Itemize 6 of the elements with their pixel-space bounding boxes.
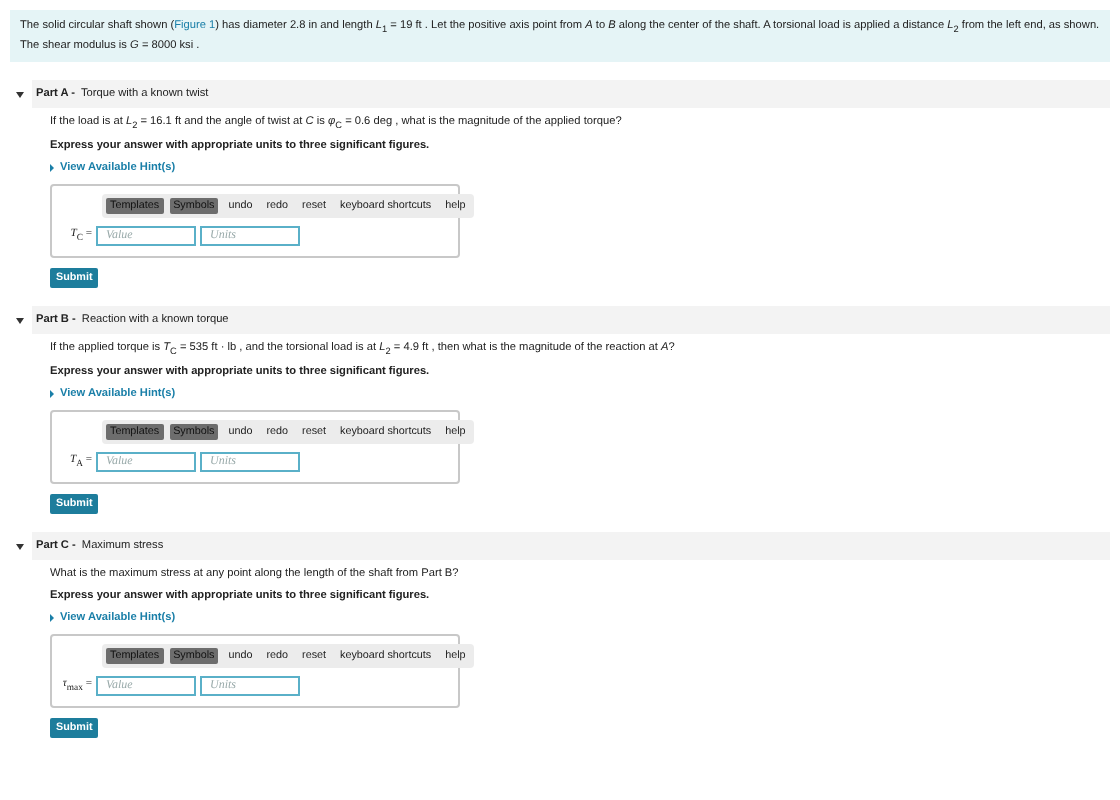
collapse-caret-icon[interactable] — [16, 543, 24, 550]
expand-caret-icon[interactable] — [50, 614, 54, 623]
expand-caret-icon[interactable] — [50, 164, 54, 173]
collapse-caret-icon[interactable] — [16, 91, 24, 98]
collapse-caret-icon[interactable] — [16, 317, 24, 324]
expand-caret-icon[interactable] — [50, 390, 54, 399]
